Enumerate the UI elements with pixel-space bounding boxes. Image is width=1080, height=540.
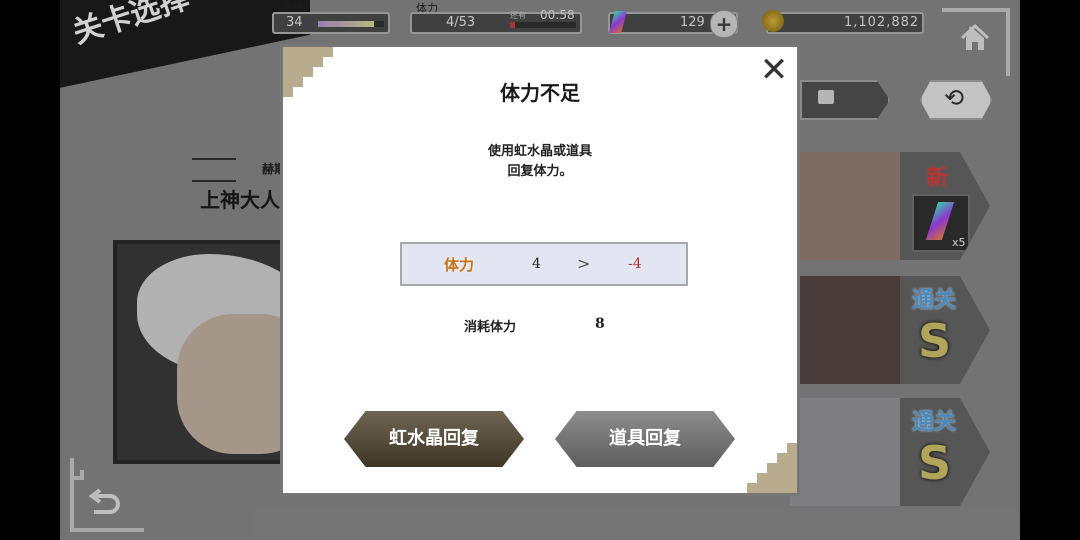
stamina-pill: 4/53 还有 00:58 [410,8,582,34]
character-portrait [113,240,291,464]
level-progress-fill [318,21,375,27]
corner-ornament [747,443,797,493]
level-label: 等级 [282,2,304,15]
stamina-progress-track [510,22,576,28]
stamina-cost-label: 消耗体力 [464,320,517,335]
gold-pill: 1,102,882 [762,10,924,34]
item-recover-button[interactable]: 道具回复 [555,411,735,467]
refresh-icon: ⟲ [944,84,965,112]
list-item[interactable]: 新 x5 [790,152,990,260]
add-crystal-button[interactable]: + [710,10,738,38]
level-progress-track [318,21,384,27]
crystal-count: 129 [680,15,705,30]
stamina-change-box: 体力 4 > -4 [400,242,688,286]
home-icon [966,26,984,50]
stamina-change-label: 体力 [444,256,475,274]
item-count: x5 [952,236,966,249]
stamina-shortage-dialog: ✕ 体力不足 使用虹水晶或道具 回复体力。 体力 4 > -4 消耗体力 8 虹… [280,44,800,496]
stamina-current: 4 [532,256,541,272]
back-button[interactable] [70,456,146,532]
lock-icon [818,90,834,104]
rank-s-badge: S [918,436,952,490]
stamina-after: -4 [628,256,642,272]
gold-coin-icon [762,10,784,32]
gold-count: 1,102,882 [844,15,920,30]
dialog-message-line1: 使用虹水晶或道具 [487,144,592,159]
stage-name: 上神大人 [200,188,280,212]
stamina-arrow: > [577,254,591,273]
level-pill: 34 [272,12,390,34]
clear-badge: 通关 [912,410,957,435]
crystal-pill: 129 + [608,10,738,38]
stamina-timer: 00:58 [540,8,575,22]
character-thumbnail [790,152,900,260]
clear-badge: 通关 [912,288,957,313]
level-value: 34 [286,15,303,30]
list-item[interactable]: 通关 S [790,276,990,384]
refresh-button[interactable]: ⟲ [920,80,992,120]
crystal-item-icon [912,194,970,252]
stamina-progress-fill [510,22,516,28]
crystal-icon [609,11,627,33]
list-item[interactable]: 通关 S [790,398,990,506]
lock-button[interactable] [800,80,890,120]
stamina-timer-prefix: 还有 [510,11,526,20]
character-thumbnail [790,276,900,384]
stage-divider-icon [192,158,236,182]
stamina-value: 4/53 [446,15,476,30]
crystal-recover-button[interactable]: 虹水晶回复 [344,411,524,467]
rank-s-badge: S [918,314,952,368]
back-arrow-icon [88,488,120,514]
dialog-title: 体力不足 [500,81,580,105]
new-badge: 新 [926,166,949,191]
title-banner [60,0,310,90]
stamina-label: 体力 [416,2,438,15]
home-button[interactable] [940,8,1010,78]
screen-title: 关卡选择 [68,0,194,51]
dialog-message-line2: 回复体力。 [507,164,573,179]
character-thumbnail [790,398,900,506]
stamina-cost-value: 8 [595,316,605,332]
top-status-bar: 等级 34 体力 4/53 还有 00:58 129 + 1,102,882 [60,0,1020,76]
